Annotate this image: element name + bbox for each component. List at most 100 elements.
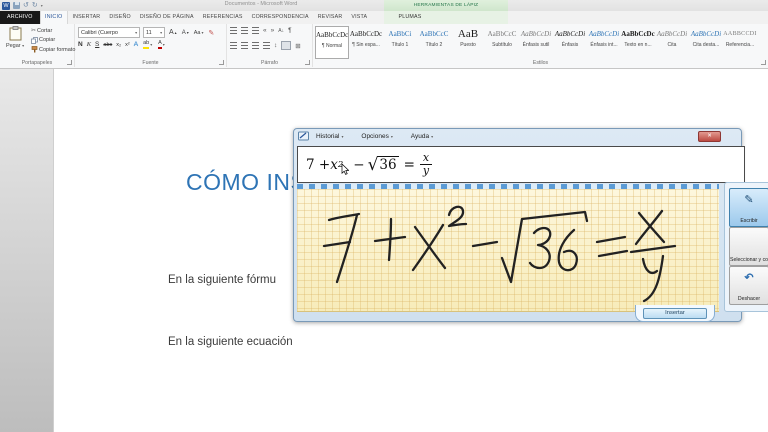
document-paragraph-2[interactable]: En la siguiente ecuación <box>168 336 293 348</box>
tab-vista[interactable]: VISTA <box>347 11 372 24</box>
clear-formatting-icon: ✎ <box>208 29 214 37</box>
style-referencia[interactable]: AABBCCDIReferencia... <box>723 26 757 57</box>
styles-dialog-launcher-icon[interactable] <box>761 60 766 65</box>
save-icon[interactable] <box>13 2 20 9</box>
borders-icon[interactable]: ⊞ <box>295 42 300 50</box>
math-panel-titlebar[interactable]: Historial▾ Opciones▾ Ayuda▾ ✕ <box>294 129 741 144</box>
paragraph-dialog-launcher-icon[interactable] <box>305 60 310 65</box>
writing-pad[interactable] <box>297 189 719 312</box>
font-color-caret-icon: ▾ <box>163 42 165 47</box>
undo-label: Deshacer <box>730 296 768 302</box>
undo-icon[interactable]: ↺ <box>23 1 29 10</box>
font-size-combobox[interactable]: 11 ▾ <box>143 27 165 38</box>
tab-insertar[interactable]: INSERTAR <box>68 11 105 24</box>
write-button[interactable]: ✎ Escribir <box>729 188 768 227</box>
bold-button[interactable]: N <box>78 41 83 48</box>
tab-referencias[interactable]: REFERENCIAS <box>198 11 247 24</box>
scissors-icon: ✂ <box>31 27 36 34</box>
style-enfasis-intenso[interactable]: AaBbCcDiÉnfasis int... <box>587 26 621 57</box>
style-preview: AaBbCcC <box>485 26 519 42</box>
style-titulo-2[interactable]: AaBbCcCTítulo 2 <box>417 26 451 57</box>
word-window: W ↺ ↻ ▾ Documentos - Microsoft Word HERR… <box>0 0 768 432</box>
style-titulo-1[interactable]: AaBbCiTítulo 1 <box>383 26 417 57</box>
clipboard-dialog-launcher-icon[interactable] <box>67 60 72 65</box>
write-pen-icon: ✎ <box>730 193 768 206</box>
style-puesto[interactable]: AaBPuesto <box>451 26 485 57</box>
superscript-button[interactable]: x² <box>125 42 130 48</box>
style-cita-destacada[interactable]: AaBbCcDiCita desta... <box>689 26 723 57</box>
tab-diseno[interactable]: DISEÑO <box>105 11 136 24</box>
history-menu-label: Historial <box>316 133 339 140</box>
bullets-icon[interactable] <box>230 27 237 34</box>
italic-button[interactable]: K <box>87 41 91 48</box>
font-dialog-launcher-icon[interactable] <box>219 60 224 65</box>
grow-font-button[interactable]: A▴ <box>168 29 178 36</box>
writing-area[interactable] <box>297 184 719 311</box>
sort-icon[interactable]: A↓ <box>278 28 284 34</box>
text-effects-button[interactable]: A <box>134 41 138 48</box>
select-and-correct-button[interactable]: Seleccionar y corregir <box>729 227 768 266</box>
document-heading[interactable]: CÓMO INS <box>186 169 306 196</box>
paste-button[interactable]: Pegar ▾ <box>3 26 27 63</box>
history-menu[interactable]: Historial▾ <box>316 133 343 140</box>
shrink-font-button[interactable]: A▾ <box>181 30 190 36</box>
style-texto-en-negrita[interactable]: AaBbCcDcTexto en n... <box>621 26 655 57</box>
strikethrough-button[interactable]: abc <box>103 42 112 48</box>
equation-fraction: xy <box>420 152 432 177</box>
subscript-button[interactable]: x₂ <box>116 42 121 48</box>
font-size-caret-icon: ▾ <box>160 30 162 35</box>
redo-icon[interactable]: ↻ <box>32 1 38 10</box>
highlight-label: ab <box>143 40 149 49</box>
insert-button[interactable]: Insertar <box>643 308 707 319</box>
font-color-button[interactable]: A▾ <box>157 40 166 49</box>
line-spacing-icon[interactable]: ↕ <box>274 42 277 49</box>
tab-correspondencia[interactable]: CORRESPONDENCIA <box>247 11 313 24</box>
change-case-label: Aa <box>194 30 201 36</box>
multilevel-list-icon[interactable] <box>252 27 259 34</box>
style-normal[interactable]: AaBbCcDc¶ Normal <box>315 26 349 59</box>
qat-customize-caret-icon[interactable]: ▾ <box>41 3 43 8</box>
change-case-button[interactable]: Aa▾ <box>193 30 205 36</box>
change-case-caret-icon: ▾ <box>201 30 203 35</box>
help-menu[interactable]: Ayuda▾ <box>411 133 433 140</box>
options-caret-icon: ▾ <box>391 134 393 139</box>
show-marks-icon[interactable]: ¶ <box>288 27 292 34</box>
style-sin-espaciado[interactable]: AaBbCcDc¶ Sin espa... <box>349 26 383 57</box>
style-enfasis[interactable]: AaBbCcDiÉnfasis <box>553 26 587 57</box>
document-paragraph-1[interactable]: En la siguiente fórmu <box>168 274 276 286</box>
style-preview: AABBCCDI <box>723 26 757 42</box>
help-caret-icon: ▾ <box>431 134 433 139</box>
justify-icon[interactable] <box>263 42 270 49</box>
close-button[interactable]: ✕ <box>698 131 721 142</box>
tab-archivo[interactable]: ARCHIVO <box>0 11 40 24</box>
math-input-panel-icon <box>298 131 309 141</box>
tab-revisar[interactable]: REVISAR <box>313 11 347 24</box>
tab-inicio[interactable]: INICIO <box>40 11 68 24</box>
align-right-icon[interactable] <box>252 42 259 49</box>
mouse-cursor-icon <box>341 164 349 175</box>
clear-formatting-button[interactable]: ✎ <box>207 29 215 37</box>
shading-icon[interactable] <box>281 41 291 50</box>
undo-arrow-icon: ↶ <box>730 271 768 284</box>
style-cita[interactable]: AaBbCcDiCita <box>655 26 689 57</box>
highlight-button[interactable]: ab▾ <box>142 40 153 49</box>
equation-radicand: 36 <box>377 156 398 173</box>
tab-diseno-de-pagina[interactable]: DISEÑO DE PÁGINA <box>135 11 198 24</box>
decrease-indent-icon[interactable]: « <box>263 27 267 34</box>
increase-indent-icon[interactable]: » <box>271 27 275 34</box>
style-enfasis-sutil[interactable]: AaBbCcDiÉnfasis sutil <box>519 26 553 57</box>
cut-button[interactable]: ✂ Cortar <box>30 27 76 34</box>
copy-button[interactable]: Copiar <box>30 37 76 44</box>
format-painter-button[interactable]: Copiar formato <box>30 46 76 53</box>
options-menu[interactable]: Opciones▾ <box>361 133 392 140</box>
underline-button[interactable]: S <box>95 41 99 48</box>
align-left-icon[interactable] <box>230 42 237 49</box>
font-name-combobox[interactable]: Calibri (Cuerpo ▾ <box>78 27 140 38</box>
numbering-icon[interactable] <box>241 27 248 34</box>
tab-plumas[interactable]: PLUMAS <box>394 11 426 24</box>
equation-equals: = <box>404 157 415 173</box>
align-center-icon[interactable] <box>241 42 248 49</box>
style-subtitulo[interactable]: AaBbCcCSubtítulo <box>485 26 519 57</box>
undo-button[interactable]: ↶ Deshacer <box>729 266 768 305</box>
style-preview: AaBbCcC <box>417 26 451 42</box>
